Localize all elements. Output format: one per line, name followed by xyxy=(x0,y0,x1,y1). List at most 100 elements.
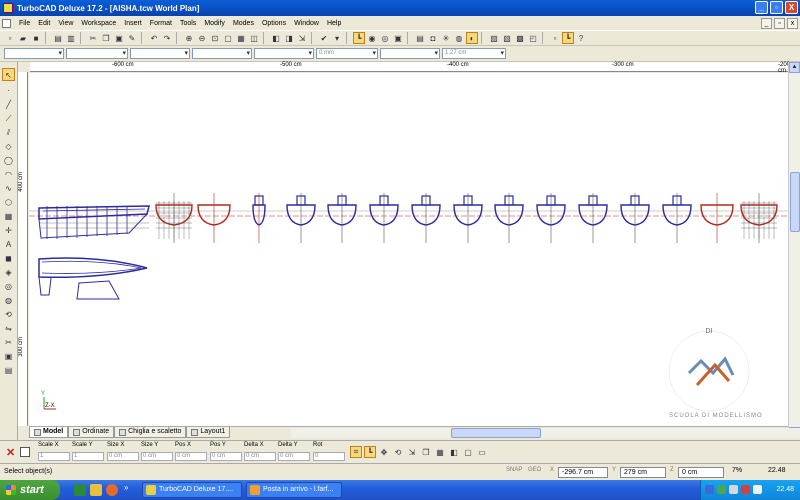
group-icon[interactable]: ▣ xyxy=(2,350,15,363)
size-y-field[interactable]: 0 cm xyxy=(141,452,173,461)
vertical-scroll-thumb[interactable] xyxy=(790,172,800,232)
explorer-icon[interactable]: ▧ xyxy=(501,32,513,44)
layer-tool-icon[interactable]: ◍ xyxy=(2,294,15,307)
measure-icon[interactable]: ⇲ xyxy=(296,32,308,44)
fill-icon[interactable]: ◼ xyxy=(2,252,15,265)
trim-icon[interactable]: ✂ xyxy=(2,336,15,349)
workplane-icon[interactable]: ▤ xyxy=(414,32,426,44)
size-x-field[interactable]: 0 cm xyxy=(107,452,139,461)
hidden-line-icon[interactable]: ◎ xyxy=(379,32,391,44)
close-button[interactable]: X xyxy=(785,1,798,14)
start-button[interactable]: start xyxy=(0,480,60,500)
quicklaunch-app-icon[interactable] xyxy=(74,484,86,496)
zoom-page-icon[interactable]: ▦ xyxy=(235,32,247,44)
finish-icon[interactable]: ▢ xyxy=(462,446,474,458)
doc-close-button[interactable]: x xyxy=(787,17,798,29)
pen-width-combo[interactable] xyxy=(192,48,252,59)
camera-icon[interactable]: ◘ xyxy=(427,32,439,44)
layers-icon[interactable]: ◧ xyxy=(270,32,282,44)
next-icon[interactable]: ▭ xyxy=(476,446,488,458)
pos-x-field[interactable]: 0 cm xyxy=(175,452,207,461)
tray-volume-icon[interactable] xyxy=(753,485,762,494)
pos-y-field[interactable]: 0 cm xyxy=(210,452,242,461)
hull-sections[interactable] xyxy=(155,193,778,243)
menu-workspace[interactable]: Workspace xyxy=(77,20,120,27)
horizontal-scrollbar[interactable]: ▶ xyxy=(291,428,800,438)
line-icon[interactable]: ╱ xyxy=(2,98,15,111)
save-icon[interactable]: ■ xyxy=(30,32,42,44)
fill-combo[interactable] xyxy=(380,48,440,59)
tangent-icon[interactable]: ┗ xyxy=(562,32,574,44)
zoom-previous-icon[interactable]: ◫ xyxy=(248,32,260,44)
pen-style-combo[interactable] xyxy=(130,48,190,59)
menu-modify[interactable]: Modify xyxy=(200,20,229,27)
menu-options[interactable]: Options xyxy=(258,20,290,27)
x-coordinate-field[interactable]: -296.7 cm xyxy=(558,467,608,478)
layer-combo[interactable] xyxy=(4,48,64,59)
scroll-up-arrow-icon[interactable]: ▲ xyxy=(789,62,800,73)
text-icon[interactable]: A xyxy=(2,238,15,251)
point-icon[interactable]: · xyxy=(2,84,15,97)
hatch-icon[interactable]: ▦ xyxy=(2,210,15,223)
doc-restore-button[interactable]: ▫ xyxy=(774,17,785,29)
y-coordinate-field[interactable]: 279 cm xyxy=(620,467,666,478)
print-preview-icon[interactable]: ▥ xyxy=(65,32,77,44)
tab-ordinate[interactable]: Ordinate xyxy=(68,427,115,438)
rectangle-icon[interactable]: ◇ xyxy=(2,140,15,153)
redo-icon[interactable]: ↷ xyxy=(161,32,173,44)
material-icon[interactable]: ◍ xyxy=(453,32,465,44)
zoom-window-icon[interactable]: ⊡ xyxy=(209,32,221,44)
modify-icon[interactable]: ◈ xyxy=(2,266,15,279)
rot-field[interactable]: 0 xyxy=(313,452,345,461)
menu-format[interactable]: Format xyxy=(146,20,176,27)
undo-icon[interactable]: ↶ xyxy=(148,32,160,44)
tray-security-icon[interactable] xyxy=(717,485,726,494)
menu-file[interactable]: File xyxy=(15,20,34,27)
check-icon[interactable]: ✔ xyxy=(318,32,330,44)
doc-minimize-button[interactable]: _ xyxy=(761,17,772,29)
task-turbocad[interactable]: TurboCAD Deluxe 17.... xyxy=(142,482,242,498)
help-pointer-icon[interactable]: ? xyxy=(575,32,587,44)
maximize-button[interactable]: ▫ xyxy=(770,1,783,14)
copy-icon[interactable]: ❐ xyxy=(100,32,112,44)
table-icon[interactable] xyxy=(20,447,30,457)
wireframe-icon[interactable]: ▣ xyxy=(392,32,404,44)
quicklaunch-browser-icon[interactable] xyxy=(106,484,118,496)
circle-icon[interactable]: ◯ xyxy=(2,154,15,167)
polygon-icon[interactable]: ⬡ xyxy=(2,196,15,209)
properties-icon[interactable]: ▾ xyxy=(331,32,343,44)
menu-tools[interactable]: Tools xyxy=(176,20,200,27)
menu-modes[interactable]: Modes xyxy=(229,20,258,27)
minimize-button[interactable]: _ xyxy=(755,1,768,14)
pattern-combo[interactable] xyxy=(254,48,314,59)
open-folder-icon[interactable]: ▰ xyxy=(17,32,29,44)
drawing-area[interactable]: Y Z-X DI xyxy=(29,73,788,426)
print-icon[interactable]: ▤ xyxy=(52,32,64,44)
geo-indicator[interactable]: GEO xyxy=(528,467,541,473)
delta-x-field[interactable]: 0 cm xyxy=(244,452,276,461)
menu-edit[interactable]: Edit xyxy=(34,20,54,27)
scale-x-field[interactable]: 1 xyxy=(38,452,70,461)
hull-plan-view[interactable] xyxy=(38,257,148,300)
tab-chiglia-e-scaletto[interactable]: Chiglia e scaletto xyxy=(114,427,187,438)
tray-help-icon[interactable] xyxy=(705,485,714,494)
move-icon[interactable]: ✥ xyxy=(378,446,390,458)
snap-tool-icon[interactable]: ◎ xyxy=(2,280,15,293)
transform-icon[interactable]: ⟲ xyxy=(2,308,15,321)
menu-view[interactable]: View xyxy=(54,20,77,27)
scale-icon[interactable]: ⇲ xyxy=(406,446,418,458)
vertical-scrollbar[interactable]: ▲ ▼ xyxy=(788,62,800,438)
double-line-icon[interactable]: ⫽ xyxy=(2,126,15,139)
tray-antivirus-icon[interactable] xyxy=(741,485,750,494)
light-icon[interactable]: ✳ xyxy=(440,32,452,44)
paste-icon[interactable]: ▣ xyxy=(113,32,125,44)
scale-y-field[interactable]: 1 xyxy=(72,452,104,461)
horizontal-scroll-thumb[interactable] xyxy=(451,428,541,438)
menu-window[interactable]: Window xyxy=(290,20,323,27)
ortho-icon[interactable]: ┗ xyxy=(353,32,365,44)
menu-insert[interactable]: Insert xyxy=(120,20,146,27)
tab-layout1[interactable]: Layout1 xyxy=(186,427,231,438)
dimension-icon[interactable]: ✛ xyxy=(2,224,15,237)
delta-y-field[interactable]: 0 cm xyxy=(278,452,310,461)
curve-icon[interactable]: ∿ xyxy=(2,182,15,195)
